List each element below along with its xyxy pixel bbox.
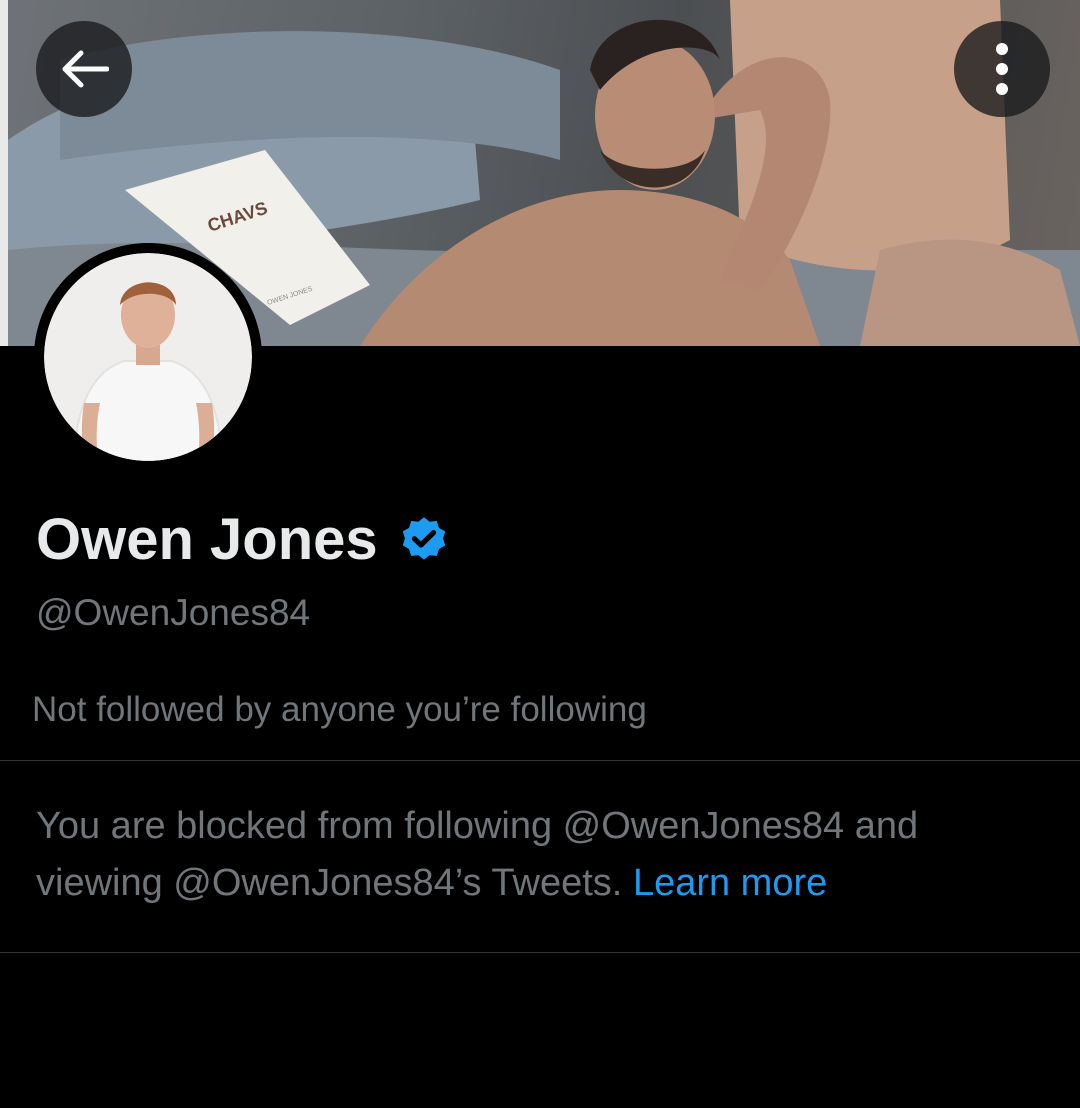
display-name: Owen Jones xyxy=(36,506,450,573)
verified-badge-icon[interactable] xyxy=(398,514,450,566)
arrow-left-icon xyxy=(62,50,109,88)
more-options-button[interactable] xyxy=(954,21,1050,117)
back-button[interactable] xyxy=(36,21,132,117)
learn-more-link[interactable]: Learn more xyxy=(633,862,827,904)
blocked-notice: You are blocked from following @OwenJone… xyxy=(36,798,1036,912)
avatar-photo xyxy=(44,253,252,461)
more-vertical-icon xyxy=(996,43,1008,95)
profile-handle: @OwenJones84 xyxy=(36,592,311,633)
profile-avatar[interactable] xyxy=(34,243,262,471)
divider xyxy=(0,952,1080,953)
divider xyxy=(0,760,1080,761)
display-name-text: Owen Jones xyxy=(36,507,378,572)
followers-you-know-text[interactable]: Not followed by anyone you’re following xyxy=(32,690,647,730)
